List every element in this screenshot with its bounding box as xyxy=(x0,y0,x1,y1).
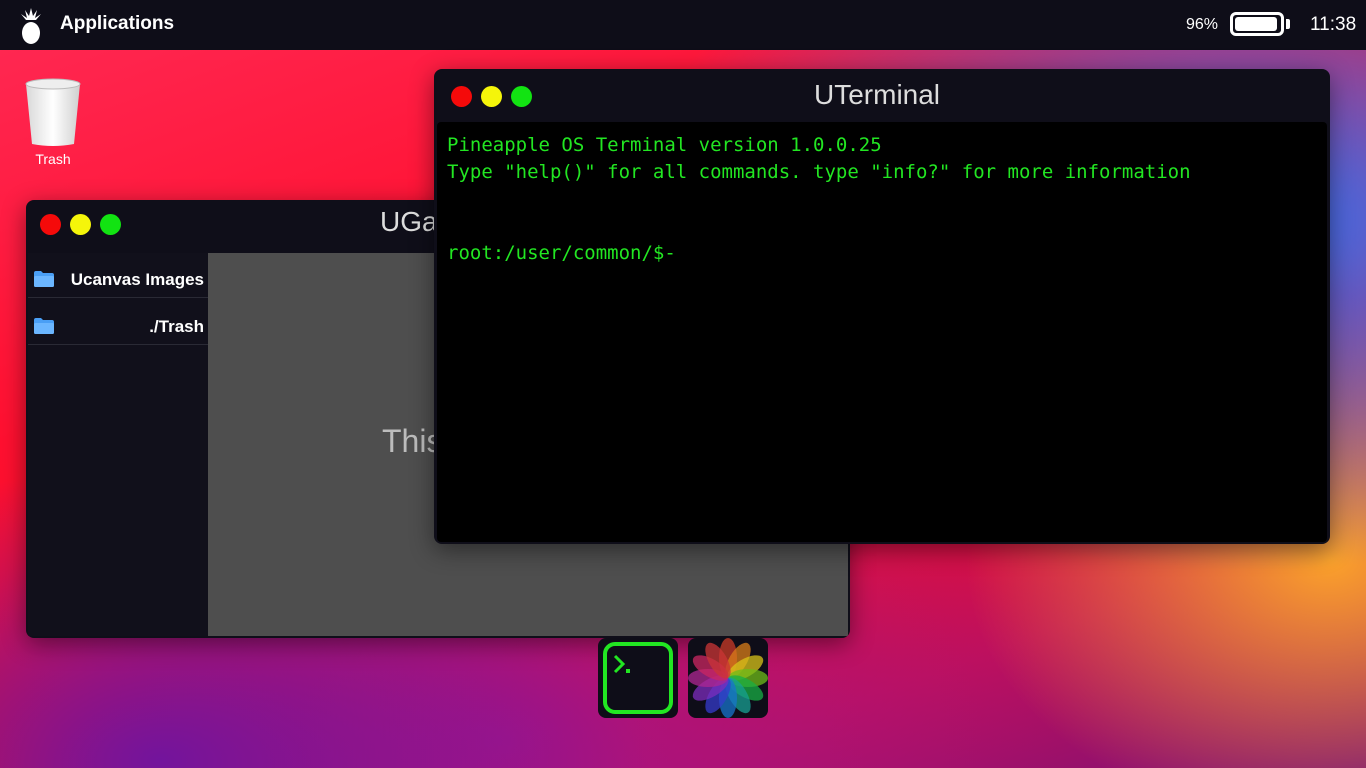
battery-icon xyxy=(1230,12,1284,36)
clock: 11:38 xyxy=(1310,14,1357,35)
trash-icon xyxy=(25,78,81,146)
applications-menu[interactable]: Applications xyxy=(60,13,174,35)
dock-terminal[interactable] xyxy=(598,638,678,718)
maximize-button[interactable] xyxy=(100,214,121,235)
gallery-sidebar: Ucanvas Images ./Trash xyxy=(28,253,208,636)
terminal-line: Pineapple OS Terminal version 1.0.0.25 xyxy=(447,134,882,156)
folder-label: ./Trash xyxy=(149,317,204,336)
terminal-window: UTerminal Pineapple OS Terminal version … xyxy=(434,69,1330,544)
folder-icon xyxy=(34,318,54,334)
dock-gallery[interactable] xyxy=(688,638,768,718)
terminal-prompt[interactable]: root:/user/common/$- xyxy=(447,242,676,264)
terminal-icon xyxy=(603,642,673,714)
pineapple-logo-icon[interactable] xyxy=(18,7,44,45)
folder-item[interactable]: ./Trash xyxy=(28,310,208,345)
folder-item[interactable]: Ucanvas Images xyxy=(28,263,208,298)
battery-fill xyxy=(1235,17,1278,31)
close-button[interactable] xyxy=(40,214,61,235)
close-button[interactable] xyxy=(451,86,472,107)
minimize-button[interactable] xyxy=(481,86,502,107)
window-title: UTerminal xyxy=(814,79,941,110)
minimize-button[interactable] xyxy=(70,214,91,235)
terminal-line: Type "help()" for all commands. type "in… xyxy=(447,161,1191,183)
terminal-output[interactable]: Pineapple OS Terminal version 1.0.0.25 T… xyxy=(437,122,1327,542)
window-title: UGa xyxy=(380,206,438,237)
folder-label: Ucanvas Images xyxy=(70,270,204,289)
maximize-button[interactable] xyxy=(511,86,532,107)
desktop-trash[interactable]: Trash xyxy=(22,76,84,171)
photos-icon xyxy=(688,638,768,718)
desktop-trash-label: Trash xyxy=(35,151,71,167)
battery-tip xyxy=(1286,19,1290,29)
folder-icon xyxy=(34,271,54,287)
top-bar: Applications 96% 11:38 xyxy=(0,0,1366,50)
battery-percentage: 96% xyxy=(1186,16,1219,33)
